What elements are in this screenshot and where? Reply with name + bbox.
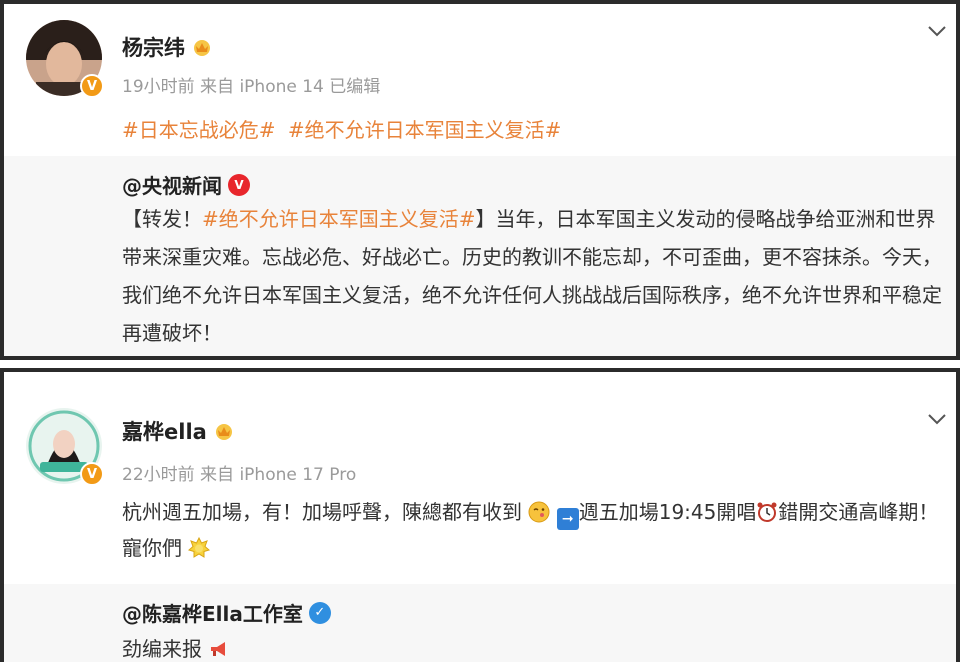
username[interactable]: 杨宗纬 [122,32,213,62]
verified-red-icon: V [228,173,250,196]
megaphone-icon [211,642,226,656]
post-tags: #日本忘战必危# #绝不允许日本军国主义复活# [122,114,567,143]
sun-icon [188,537,211,558]
weibo-post-1: V 杨宗纬 19小时前 来自 iPhone 14 已编辑 #日本忘战必危# #绝… [0,0,960,360]
alarm-clock-icon [757,502,777,522]
vip-verified-icon: V [80,74,104,98]
repost-block[interactable]: @陈嘉桦Ella工作室 ✓ 劲编来报 [4,584,956,662]
chevron-down-icon[interactable] [926,24,948,38]
repost-content: 劲编来报 [122,630,942,662]
chevron-down-icon[interactable] [926,412,948,426]
post-content: 杭州週五加場，有！加場呼聲，陳總都有收到 ➞ 週五加場19:45開唱 錯開交通高峰… [122,500,939,560]
hashtag-link[interactable]: #绝不允许日本军国主义复活# [288,118,562,142]
weibo-post-2: V 嘉桦ella 22小时前 来自 iPhone 17 Pro 杭州週五加場，有… [0,368,960,662]
repost-author[interactable]: @陈嘉桦Ella工作室 ✓ [122,598,331,627]
repost-author[interactable]: @央视新闻 V [122,170,250,199]
verified-blue-icon: ✓ [308,601,331,624]
repost-block[interactable]: @央视新闻 V 【转发！#绝不允许日本军国主义复活#】当年，日本军国主义发动的侵… [4,156,956,356]
repost-content: 【转发！#绝不允许日本军国主义复活#】当年，日本军国主义发动的侵略战争给亚洲和世… [122,207,942,345]
hashtag-link[interactable]: #日本忘战必危# [122,118,276,142]
wink-kiss-emoji-icon [528,501,550,523]
hashtag-link[interactable]: #绝不允许日本军国主义复活# [202,207,476,231]
vip-verified-icon: V [80,462,104,486]
arrow-right-icon: ➞ [556,508,579,530]
avatar-user-2[interactable]: V [26,408,104,486]
vip-crown-icon [194,40,210,56]
post-meta: 19小时前 来自 iPhone 14 已编辑 [122,77,381,97]
avatar-user-1[interactable]: V [26,20,104,98]
vip-crown-icon [215,424,232,440]
username[interactable]: 嘉桦ella [122,416,235,446]
post-meta: 22小时前 来自 iPhone 17 Pro [122,465,357,485]
